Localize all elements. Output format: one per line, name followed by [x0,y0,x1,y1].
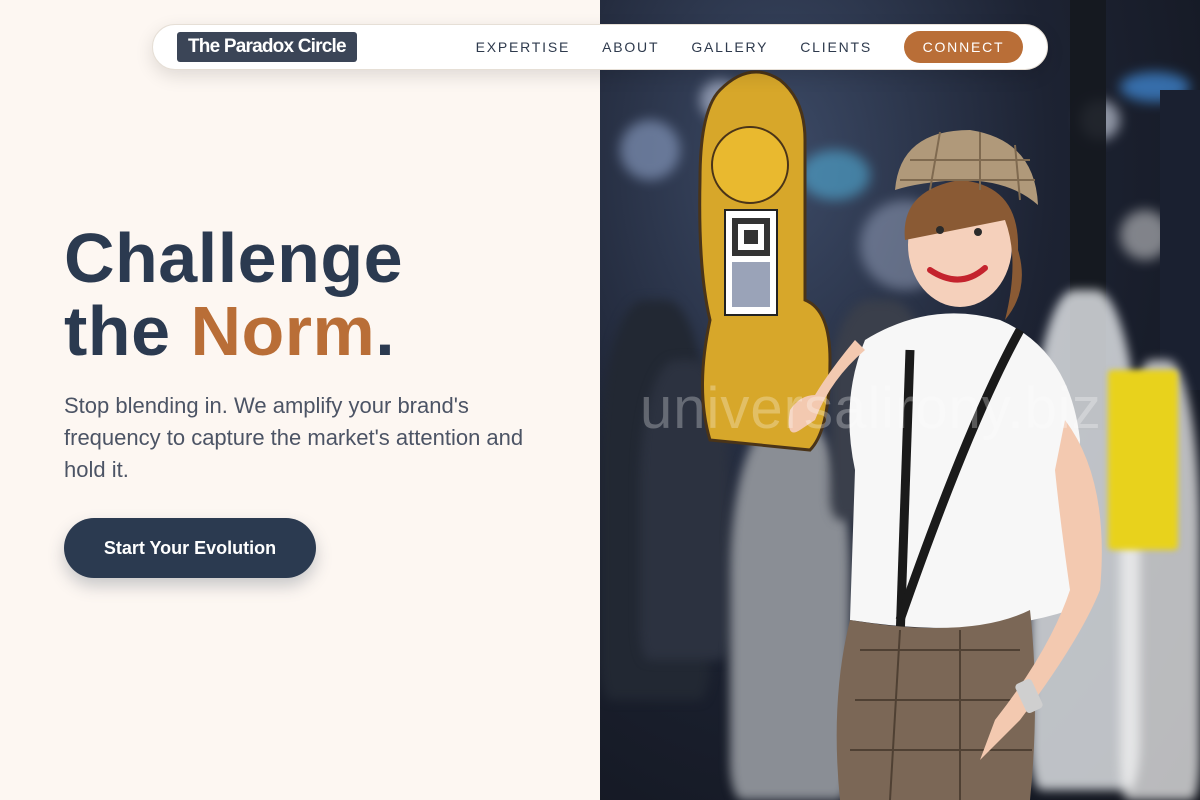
connect-button[interactable]: CONNECT [904,31,1023,63]
hero-subtitle: Stop blending in. We amplify your brand'… [64,393,524,482]
hero-title-the: the [64,292,191,370]
hero-title-accent: Norm [190,292,376,370]
hero-title-period: . [375,292,396,370]
nav-link-gallery[interactable]: GALLERY [691,39,768,55]
nav-link-clients[interactable]: CLIENTS [800,39,872,55]
hero-title: Challenge the Norm. [64,222,403,368]
watermark-text: universalirony.biz [640,376,1102,441]
brand-logo[interactable]: The Paradox Circle [177,32,357,62]
start-evolution-button[interactable]: Start Your Evolution [64,518,316,578]
nav-links: EXPERTISE ABOUT GALLERY CLIENTS [476,39,872,55]
nav-link-about[interactable]: ABOUT [602,39,659,55]
hero-title-line1: Challenge [64,219,404,297]
nav-link-expertise[interactable]: EXPERTISE [476,39,571,55]
top-navbar: The Paradox Circle EXPERTISE ABOUT GALLE… [152,24,1048,70]
